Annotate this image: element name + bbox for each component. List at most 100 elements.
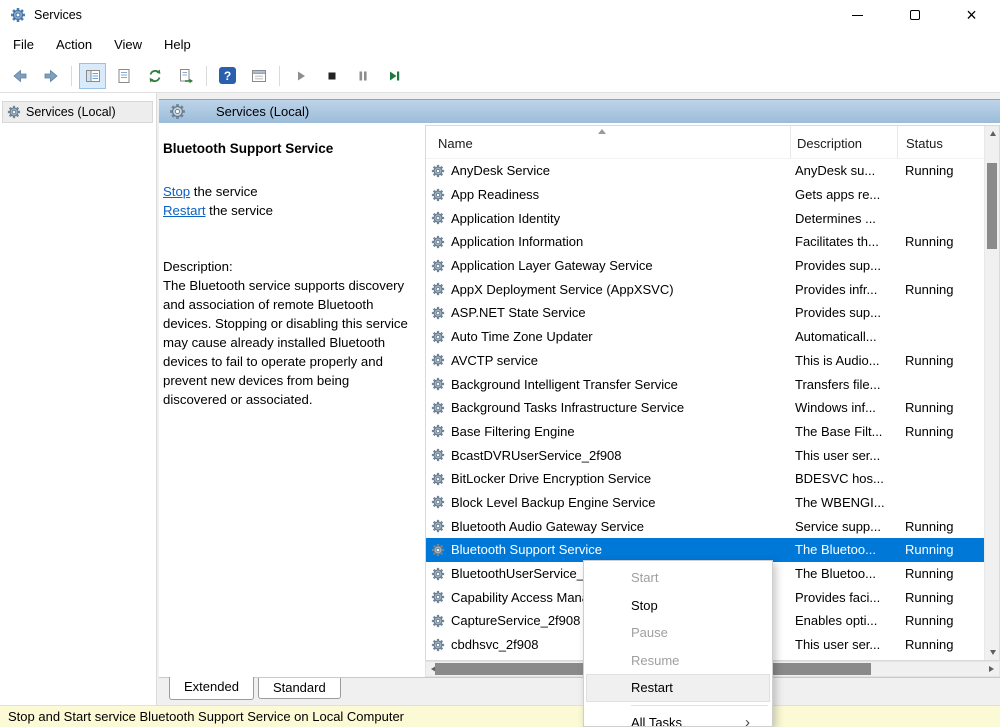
table-row[interactable]: Application Identity Determines ... [426,206,984,230]
table-row[interactable]: AppX Deployment Service (AppXSVC) Provid… [426,277,984,301]
service-name: AnyDesk Service [451,163,550,178]
table-row[interactable]: Application Layer Gateway Service Provid… [426,254,984,278]
service-gear-icon [431,282,445,296]
menu-item-label: Restart [631,680,673,695]
service-gear-icon [431,259,445,273]
table-row[interactable]: AVCTP service This is Audio... Running [426,349,984,373]
maximize-button[interactable] [886,0,943,30]
help-button[interactable] [214,63,241,89]
service-name: Base Filtering Engine [451,424,575,439]
service-gear-icon [431,519,445,533]
table-row[interactable]: AnyDesk Service AnyDesk su... Running [426,159,984,183]
right-panel: Services (Local) Bluetooth Support Servi… [158,93,1000,705]
menu-action[interactable]: Action [45,33,103,56]
service-description: Determines ... [790,211,897,226]
table-row[interactable]: BcastDVRUserService_2f908 This user ser.… [426,443,984,467]
export-list-icon [178,68,194,84]
services-app-icon [10,7,26,23]
table-row[interactable]: Block Level Backup Engine Service The WB… [426,491,984,515]
service-description: The Bluetoo... [790,542,897,557]
menu-view[interactable]: View [103,33,153,56]
refresh-icon [147,68,163,84]
service-name: Application Layer Gateway Service [451,258,653,273]
description-label: Description: [163,257,415,276]
sort-ascending-icon [598,129,606,134]
toolbar-separator [279,66,280,86]
restart-service-button[interactable] [380,63,407,89]
scroll-down-icon[interactable] [985,645,1000,660]
service-name: BitLocker Drive Encryption Service [451,471,651,486]
menu-item-label: Pause [631,625,668,640]
table-row[interactable]: Bluetooth Audio Gateway Service Service … [426,514,984,538]
tab-extended[interactable]: Extended [169,677,254,700]
vertical-scrollbar-thumb[interactable] [987,163,997,249]
service-gear-icon [431,188,445,202]
service-description: BDESVC hos... [790,471,897,486]
back-button[interactable] [6,63,33,89]
menu-file[interactable]: File [2,33,45,56]
service-detail-pane: Bluetooth Support Service Stop the servi… [159,123,425,677]
context-menu-item-all-tasks[interactable]: All Tasks [584,709,772,727]
service-gear-icon [431,567,445,581]
service-description: Provides infr... [790,282,897,297]
tab-standard[interactable]: Standard [258,678,341,699]
service-status: Running [897,542,984,557]
service-description: This user ser... [790,448,897,463]
stop-line-suffix: the service [190,184,257,199]
table-row[interactable]: Background Tasks Infrastructure Service … [426,396,984,420]
table-row[interactable]: BitLocker Drive Encryption Service BDESV… [426,467,984,491]
service-status: Running [897,353,984,368]
status-bar: Stop and Start service Bluetooth Support… [0,705,1000,727]
extended-view-button[interactable] [245,63,272,89]
context-menu-item-restart[interactable]: Restart [586,674,770,702]
context-menu-item-stop[interactable]: Stop [584,592,772,620]
service-gear-icon [431,211,445,225]
stop-service-button[interactable] [318,63,345,89]
service-name: App Readiness [451,187,539,202]
export-list-button[interactable] [172,63,199,89]
service-description: AnyDesk su... [790,163,897,178]
show-hide-console-tree-button[interactable] [79,63,106,89]
window-title: Services [34,8,82,22]
service-description: Windows inf... [790,400,897,415]
service-status: Running [897,400,984,415]
column-header-name[interactable]: Name [426,126,790,158]
menu-help[interactable]: Help [153,33,202,56]
table-row[interactable]: App Readiness Gets apps re... [426,183,984,207]
refresh-button[interactable] [141,63,168,89]
scroll-right-icon[interactable] [984,662,999,676]
service-description: Provides faci... [790,590,897,605]
services-gear-icon [7,105,21,119]
table-row[interactable]: ASP.NET State Service Provides sup... [426,301,984,325]
column-header-description[interactable]: Description [790,126,897,158]
table-row[interactable]: Base Filtering Engine The Base Filt... R… [426,420,984,444]
service-description: Enables opti... [790,613,897,628]
restart-service-link[interactable]: Restart [163,203,206,218]
table-row[interactable]: Auto Time Zone Updater Automaticall... [426,325,984,349]
restart-service-icon [386,68,402,84]
table-row[interactable]: Application Information Facilitates th..… [426,230,984,254]
service-gear-icon [431,495,445,509]
pause-service-button[interactable] [349,63,376,89]
stop-service-link[interactable]: Stop [163,184,190,199]
start-service-button[interactable] [287,63,314,89]
service-name: Bluetooth Support Service [451,542,602,557]
scroll-up-icon[interactable] [985,126,1000,141]
properties-button[interactable] [110,63,137,89]
minimize-button[interactable] [829,0,886,30]
service-name: ASP.NET State Service [451,305,586,320]
service-gear-icon [431,638,445,652]
close-button[interactable] [943,0,1000,30]
vertical-scrollbar[interactable] [984,126,999,660]
table-row[interactable]: Bluetooth Support Service The Bluetoo...… [426,538,984,562]
tree-item-services-local[interactable]: Services (Local) [2,101,153,123]
service-gear-icon [431,306,445,320]
column-header-status[interactable]: Status [897,126,984,158]
menu-item-label: Resume [631,653,679,668]
forward-button[interactable] [37,63,64,89]
service-status: Running [897,590,984,605]
service-name: AVCTP service [451,353,538,368]
table-row[interactable]: Background Intelligent Transfer Service … [426,372,984,396]
service-status: Running [897,424,984,439]
service-description: Gets apps re... [790,187,897,202]
